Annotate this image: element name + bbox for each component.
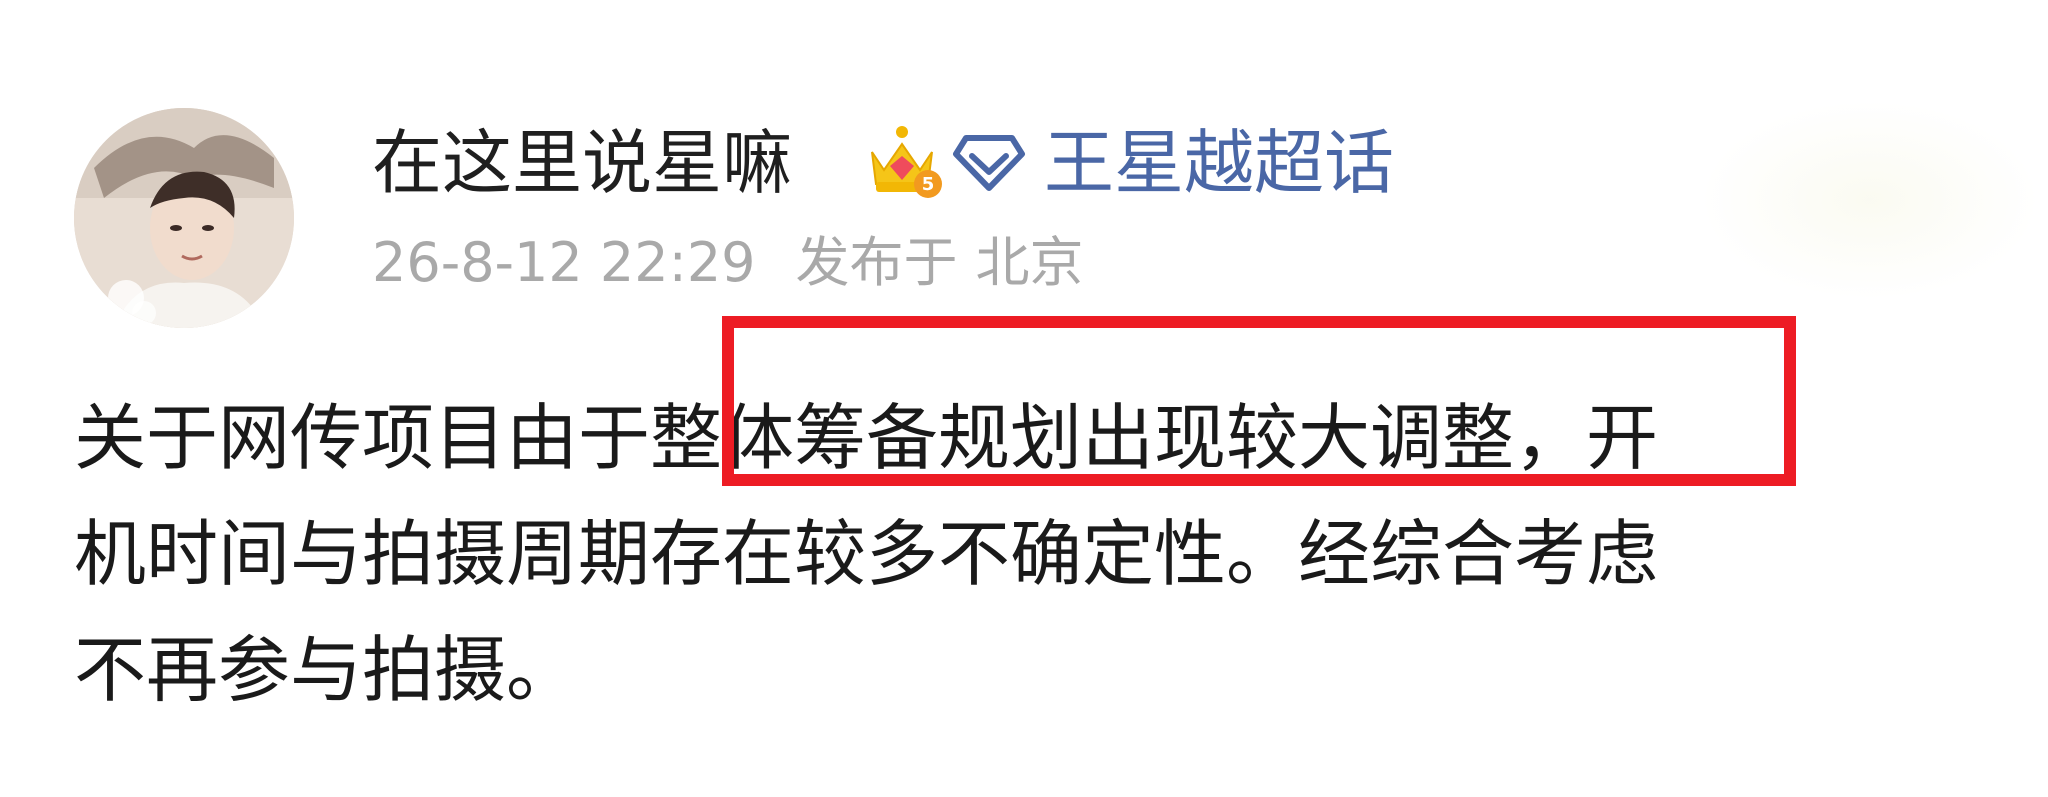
content-line: 机时间与拍摄周期存在较多不确定性。经综合考虑 xyxy=(74,512,1659,596)
author-name[interactable]: 在这里说星嘛 xyxy=(372,118,792,208)
background-blur xyxy=(1700,100,2040,300)
weibo-post-card: 在这里说星嘛 5 王星越超话 26-8-12 22:29 发布于 北京 关于网传项目… xyxy=(0,0,2048,797)
diamond-icon xyxy=(953,135,1025,191)
post-meta: 26-8-12 22:29 发布于 北京 xyxy=(372,228,1084,298)
crown-level-5-icon: 5 xyxy=(871,126,942,198)
post-location: 北京 xyxy=(975,231,1084,294)
crown-level-number: 5 xyxy=(922,174,935,195)
content-line: 不再参与拍摄。 xyxy=(74,628,579,712)
avatar[interactable] xyxy=(74,108,294,328)
red-highlight-box xyxy=(722,316,1796,486)
post-timestamp: 26-8-12 22:29 xyxy=(372,231,756,294)
location-prefix: 发布于 xyxy=(795,231,958,294)
topic-link[interactable]: 王星越超话 xyxy=(1044,118,1394,208)
